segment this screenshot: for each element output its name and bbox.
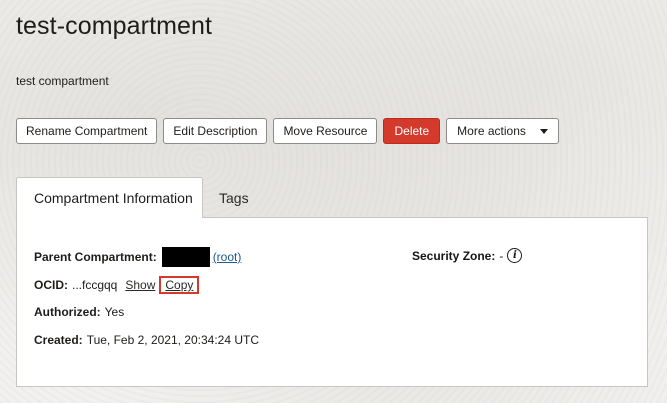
action-toolbar: Rename Compartment Edit Description Move… [16, 118, 559, 144]
tab-bar: Compartment Information Tags [16, 177, 265, 218]
redacted-compartment-name [161, 247, 210, 267]
parent-compartment-row: Parent Compartment: (root) [34, 247, 241, 267]
page-description: test compartment [16, 74, 109, 88]
security-zone-label: Security Zone: [412, 248, 496, 263]
ocid-label: OCID: [34, 278, 68, 292]
delete-button[interactable]: Delete [383, 118, 441, 144]
security-zone-value: - [499, 248, 504, 263]
tab-label: Tags [219, 189, 249, 206]
created-label: Created: [34, 333, 83, 347]
edit-description-button[interactable]: Edit Description [163, 118, 268, 144]
rename-compartment-button[interactable]: Rename Compartment [16, 118, 158, 144]
parent-compartment-link[interactable]: (root) [213, 250, 242, 264]
tab-label: Compartment Information [34, 190, 193, 206]
created-value: Tue, Feb 2, 2021, 20:34:24 UTC [86, 333, 260, 347]
ocid-row: OCID: ...fccgqq Show Copy [34, 276, 200, 294]
more-actions-label: More actions [457, 124, 526, 138]
parent-compartment-label: Parent Compartment: [34, 250, 157, 264]
move-resource-button[interactable]: Move Resource [273, 118, 378, 144]
caret-down-icon [539, 128, 548, 134]
show-ocid-link[interactable]: Show [125, 278, 155, 292]
created-row: Created: Tue, Feb 2, 2021, 20:34:24 UTC [34, 333, 259, 347]
authorized-value: Yes [104, 305, 125, 319]
copy-highlight-box: Copy [159, 276, 200, 294]
authorized-label: Authorized: [34, 305, 101, 319]
authorized-row: Authorized: Yes [34, 305, 124, 319]
tab-tags[interactable]: Tags [203, 177, 265, 218]
ocid-value: ...fccgqq [72, 278, 118, 292]
compartment-information-panel: Parent Compartment: (root) OCID: ...fccg… [16, 217, 648, 387]
page-title: test-compartment [16, 12, 213, 40]
more-actions-button[interactable]: More actions [446, 118, 559, 144]
security-zone-row: Security Zone: - i [412, 248, 523, 263]
copy-ocid-link[interactable]: Copy [165, 278, 193, 292]
tab-compartment-information[interactable]: Compartment Information [16, 177, 203, 218]
info-icon[interactable]: i [507, 248, 523, 263]
